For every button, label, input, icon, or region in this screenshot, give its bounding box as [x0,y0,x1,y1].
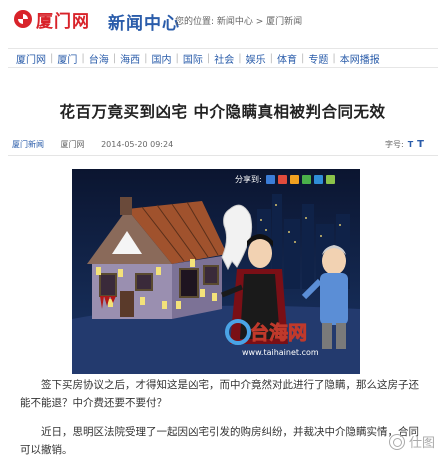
nav-item-shehui[interactable]: 社会 [210,51,238,66]
brand-text: 台海网 [250,321,307,344]
article-site: 厦门网 [60,140,85,149]
logo-text: 厦门网 [36,11,90,32]
breadcrumb: 您的位置: 新闻中心 > 厦门新闻 [175,17,303,27]
nav-item-bobao[interactable]: 本网播报 [336,51,384,66]
article-paragraph-1: 签下买房协议之后，才得知这是凶宅，而中介竟然对此进行了隐瞒，那么这房子还能不能退… [20,379,419,409]
section-title[interactable]: 新闻中心 [108,9,180,34]
nav-item-xmw[interactable]: 厦门网 [12,51,50,66]
share-kaixin-icon[interactable] [314,175,323,184]
nav-item-tiyu[interactable]: 体育 [273,51,301,66]
brand-url: www.taihainet.com [242,348,319,357]
article-headline: 花百万竟买到凶宅 中介隐瞒真相被判合同无效 [59,103,386,121]
meta-divider [8,155,438,156]
logo-icon [14,10,32,28]
wechat-logo-icon [388,433,405,450]
font-size-label: 字号: [385,140,404,149]
article-illustration: 分享到: 台海网 www.taihainet.com [72,169,360,374]
site-header: 厦门网 新闻中心 您的位置: 新闻中心 > 厦门新闻 [0,0,445,38]
wechat-watermark: 仕图 [388,432,435,451]
nav-item-taihai[interactable]: 台海 [85,51,113,66]
font-size-large-button[interactable]: T [417,139,424,150]
share-renren-icon[interactable] [302,175,311,184]
font-size-control: 字号: T T [385,139,424,150]
site-logo[interactable]: 厦门网 [14,8,90,32]
share-more-icon[interactable] [326,175,335,184]
font-size-small-button[interactable]: T [408,140,413,149]
nav-item-xiamen[interactable]: 厦门 [53,51,81,66]
main-nav: 厦门网 | 厦门 | 台海 | 海西 | 国内 | 国际 | 社会 | 娱乐 | 体育 | 专题 |… [8,48,438,68]
article-source[interactable]: 厦门新闻 [12,140,44,149]
article-datetime: 2014-05-20 09:24 [101,140,174,149]
nav-item-yule[interactable]: 娱乐 [242,51,270,66]
article-meta: 厦门新闻 厦门网 2014-05-20 09:24 字号: T T [12,139,432,153]
share-label: 分享到: [235,174,262,184]
share-weibo-icon[interactable] [278,175,287,184]
share-tweibo-icon[interactable] [290,175,299,184]
nav-item-haixi[interactable]: 海西 [116,51,144,66]
watermark-text: 仕图 [408,436,435,451]
nav-item-guonei[interactable]: 国内 [148,51,176,66]
article-paragraph-2: 近日，思明区法院受理了一起因凶宅引发的购房纠纷，并裁决中介隐瞒实情，合同可以撤销… [20,426,419,456]
share-qzone-icon[interactable] [266,175,275,184]
nav-item-zhuanti[interactable]: 专题 [304,51,332,66]
nav-item-guoji[interactable]: 国际 [179,51,207,66]
